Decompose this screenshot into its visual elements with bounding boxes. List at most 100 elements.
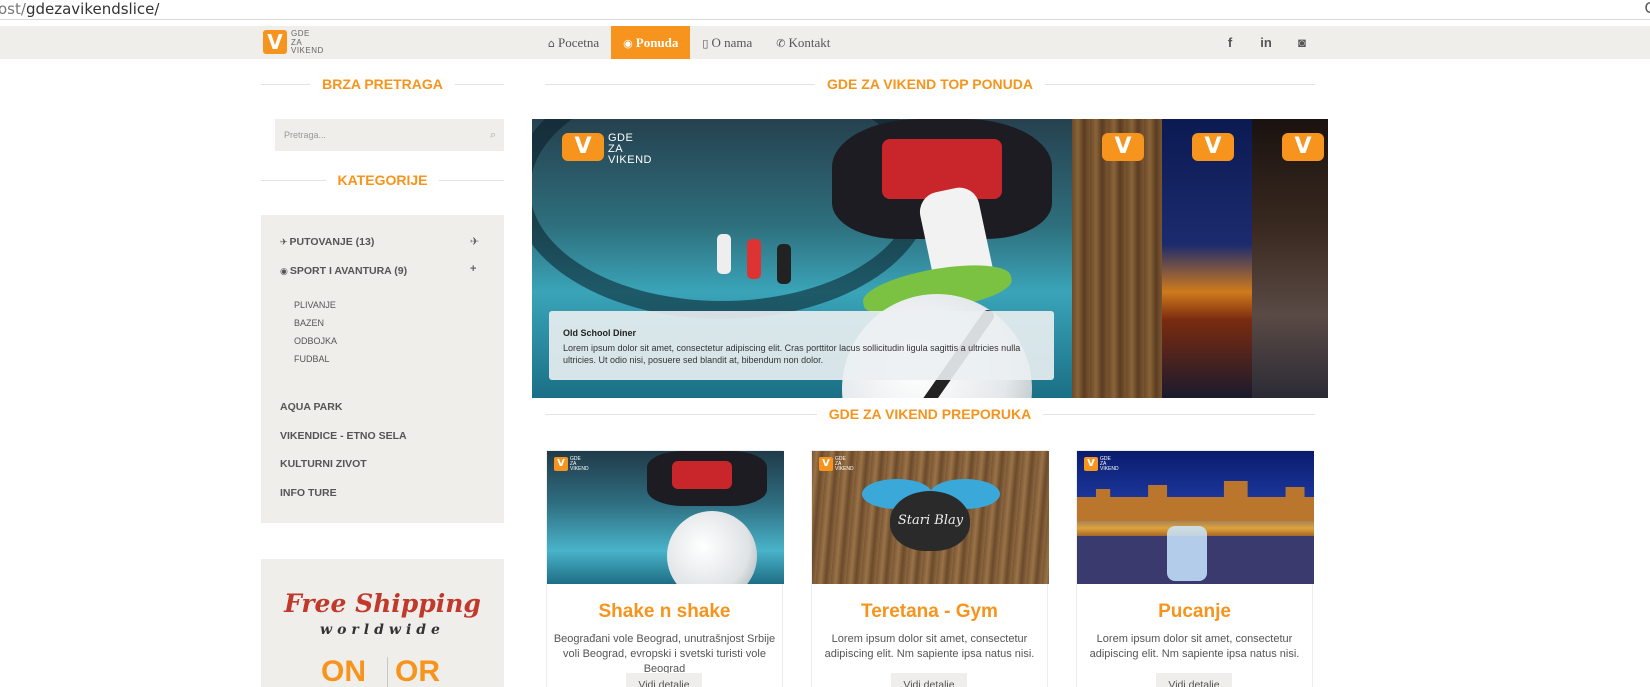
site-header: V GDE ZA VIKEND ⌂ Pocetna ◉ Ponuda ▯ O nama… [0, 26, 1650, 59]
player-figure [777, 244, 791, 284]
card-description: Lorem ipsum dolor sit amet, consectetur … [824, 633, 1035, 660]
top-offer-title: GDE ZA VIKEND TOP PONUDA [545, 74, 1315, 94]
offer-card-shake-n-shake[interactable]: V GDE ZA VIKEND Shake n shake Beograđani v… [546, 450, 784, 687]
square-icon: ▯ [702, 37, 709, 50]
nav-label: Pocetna [557, 35, 600, 50]
slide-logo-mark: V [1192, 133, 1234, 161]
subcategory-fudbal[interactable]: FUDBAL [294, 354, 330, 364]
card-title[interactable]: Teretana - Gym [812, 601, 1047, 623]
plane-icon: ✈ [280, 238, 288, 248]
nav-item-pocetna[interactable]: ⌂ Pocetna [536, 26, 611, 59]
category-putovanje[interactable]: ✈ PUTOVANJE (13) [280, 236, 374, 248]
facebook-icon[interactable]: f [1212, 26, 1248, 59]
recommendations-title: GDE ZA VIKEND PREPORUKA [545, 404, 1315, 424]
card-logo-mark: V [554, 457, 568, 471]
section-heading: KATEGORIJE [261, 170, 504, 190]
card-logo-text: GDE ZA VIKEND [1100, 456, 1119, 472]
offer-card-pucanje[interactable]: V GDE ZA VIKEND Pucanje Lorem ipsum dolor … [1076, 450, 1314, 687]
section-heading: GDE ZA VIKEND TOP PONUDA [545, 74, 1315, 94]
ice-bucket [1167, 526, 1207, 581]
card-logo-mark: V [819, 457, 833, 471]
card-title[interactable]: Pucanje [1077, 601, 1312, 623]
social-links: f in ◙ [1212, 26, 1320, 59]
section-heading: BRZA PRETRAGA [261, 74, 504, 94]
instagram-icon[interactable]: ◙ [1284, 26, 1320, 59]
categories-section-title: KATEGORIJE [261, 170, 504, 190]
card-title[interactable]: Shake n shake [547, 601, 782, 623]
slide-thumbnail[interactable]: V [1252, 119, 1328, 398]
subcategory-bazen[interactable]: BAZEN [294, 318, 324, 328]
section-heading-text: GDE ZA VIKEND PREPORUKA [816, 406, 1044, 422]
subcategory-plivanje[interactable]: PLIVANJE [294, 300, 336, 310]
nav-item-kontakt[interactable]: ✆ Kontakt [764, 26, 842, 59]
url-path: gdezavikendslice/ [25, 0, 160, 18]
slide-logo-mark: V [562, 133, 604, 161]
phone-icon: ✆ [776, 37, 786, 50]
slide-thumbnail[interactable]: V [1072, 119, 1162, 398]
card-description: Lorem ipsum dolor sit amet, consectetur … [1089, 633, 1300, 660]
logo-line: VIKEND [608, 154, 652, 166]
promo-subline: worldwide [320, 622, 445, 638]
category-aqua-park[interactable]: AQUA PARK [280, 401, 342, 413]
linkedin-icon[interactable]: in [1248, 26, 1284, 59]
slide-thumbnail[interactable]: V [1162, 119, 1252, 398]
nav-label: O nama [711, 35, 753, 50]
details-button[interactable]: Vidi detalje [1156, 673, 1232, 687]
offer-card-teretana-gym[interactable]: Stari Blay V GDE ZA VIKEND Teretana - Gym … [811, 450, 1049, 687]
category-vikendice[interactable]: VIKENDICE - ETNO SELA [280, 430, 407, 442]
promo-banner[interactable]: Free Shipping worldwide ON OR [261, 559, 504, 687]
category-info-ture[interactable]: INFO TURE [280, 487, 337, 499]
search-placeholder: Pretraga... [284, 130, 327, 140]
url-text[interactable]: ost/gdezavikendslice/ [0, 0, 159, 18]
browser-address-bar[interactable]: ost/gdezavikendslice/ C [0, 0, 1650, 20]
card-logo-mark: V [1084, 457, 1098, 471]
card-image[interactable]: V GDE ZA VIKEND [1077, 451, 1314, 584]
logo-mark: V [263, 30, 287, 54]
url-host: ost/ [0, 0, 26, 18]
card-image[interactable]: Stari Blay V GDE ZA VIKEND [812, 451, 1049, 584]
search-input[interactable]: Pretraga... ⌕ [275, 119, 504, 151]
slide-caption: Old School Diner Lorem ipsum dolor sit a… [549, 311, 1054, 380]
category-sport-i-avantura[interactable]: ◉ SPORT I AVANTURA (9) [280, 265, 407, 277]
nav-item-ponuda[interactable]: ◉ Ponuda [611, 26, 691, 59]
plus-icon[interactable]: + [470, 263, 476, 275]
site-logo[interactable]: V GDE ZA VIKEND [263, 29, 335, 56]
card-logo-text: GDE ZA VIKEND [570, 456, 589, 472]
nav-item-o-nama[interactable]: ▯ O nama [690, 26, 764, 59]
section-heading-text: KATEGORIJE [325, 172, 440, 188]
promo-headline: Free Shipping [284, 589, 481, 618]
search-icon[interactable]: ⌕ [490, 119, 496, 151]
globe-icon: ◉ [280, 267, 288, 277]
category-label: PUTOVANJE (13) [289, 236, 375, 248]
caption-text: Lorem ipsum dolor sit amet, consectetur … [563, 343, 1021, 365]
details-button[interactable]: Vidi detalje [626, 673, 702, 687]
subcategory-odbojka[interactable]: ODBOJKA [294, 336, 337, 346]
category-panel: ✈ PUTOVANJE (13) ✈ ◉ SPORT I AVANTURA (9) … [261, 215, 504, 523]
logo-text: GDE ZA VIKEND [291, 29, 324, 56]
image-text: Stari Blay [897, 513, 964, 528]
details-button[interactable]: Vidi detalje [891, 673, 967, 687]
divider [387, 657, 388, 687]
slide-logo-text: GDE ZA VIKEND [608, 133, 652, 166]
top-offer-slider[interactable]: V GDE ZA VIKEND Old School Diner Lorem i… [532, 119, 1328, 398]
main-menu: ⌂ Pocetna ◉ Ponuda ▯ O nama ✆ Kontakt [536, 26, 842, 59]
nav-label: Kontakt [788, 35, 831, 50]
slide-logo-mark: V [1282, 133, 1324, 161]
section-heading: GDE ZA VIKEND PREPORUKA [545, 404, 1315, 424]
player-figure [717, 234, 731, 274]
section-heading-text: BRZA PRETRAGA [310, 76, 455, 92]
logo-line: VIKEND [291, 46, 324, 55]
home-icon: ⌂ [548, 37, 555, 50]
nav-label: Ponuda [635, 35, 679, 50]
category-kulturni-zivot[interactable]: KULTURNI ZIVOT [280, 458, 367, 470]
promo-right-text: OR [395, 655, 440, 687]
caption-title: Old School Diner [563, 328, 637, 338]
card-image[interactable]: V GDE ZA VIKEND [547, 451, 784, 584]
card-logo-text: GDE ZA VIKEND [835, 456, 854, 472]
globe-icon: ◉ [623, 37, 633, 50]
reload-icon[interactable]: C [1644, 0, 1650, 18]
category-label: SPORT I AVANTURA (9) [289, 265, 408, 277]
plane-icon[interactable]: ✈ [470, 235, 479, 248]
slide-image[interactable]: V GDE ZA VIKEND Old School Diner Lorem i… [532, 119, 1072, 398]
search-section-title: BRZA PRETRAGA [261, 74, 504, 94]
